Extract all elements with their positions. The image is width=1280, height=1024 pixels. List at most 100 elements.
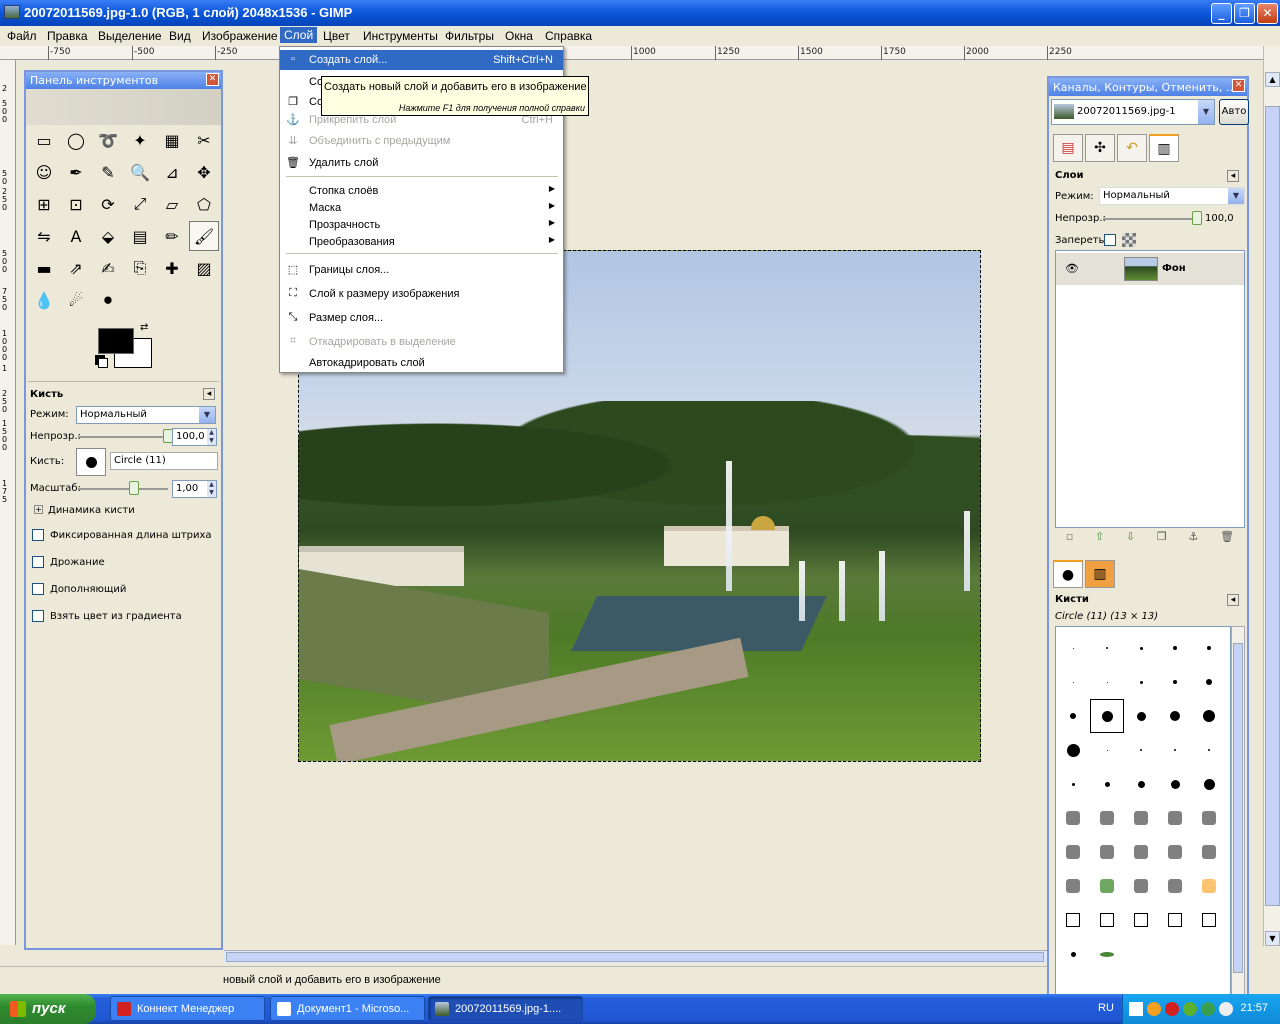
brush-item[interactable] — [1090, 631, 1124, 665]
brush-item[interactable] — [1090, 767, 1124, 801]
menu-layer[interactable]: Слой — [280, 27, 318, 43]
brush-item[interactable] — [1056, 903, 1090, 937]
brush-item[interactable] — [1158, 937, 1192, 971]
paintbrush-icon[interactable]: 🖌 — [189, 221, 219, 251]
menu-filters[interactable]: Фильтры — [445, 29, 494, 43]
brush-item[interactable] — [1124, 631, 1158, 665]
brush-item[interactable] — [1090, 801, 1124, 835]
scale-icon[interactable]: ⤢ — [125, 189, 155, 219]
brush-item[interactable] — [1158, 665, 1192, 699]
brush-item[interactable] — [1124, 801, 1158, 835]
dodge-burn-icon[interactable]: ⚫ — [93, 285, 123, 315]
maximize-button[interactable]: ❐ — [1234, 3, 1255, 24]
menu-select[interactable]: Выделение — [98, 29, 162, 43]
brush-item[interactable] — [1056, 801, 1090, 835]
menu-file[interactable]: Файл — [7, 29, 37, 43]
brush-item[interactable] — [1158, 903, 1192, 937]
zoom-icon[interactable]: 🔍 — [125, 157, 155, 187]
brush-item[interactable] — [1158, 767, 1192, 801]
brush-item[interactable] — [1090, 903, 1124, 937]
brush-item[interactable] — [1056, 631, 1090, 665]
paths-tab-icon[interactable]: ✣ — [1085, 134, 1115, 162]
task-connect-manager[interactable]: Коннект Менеджер — [110, 996, 265, 1021]
brush-item[interactable] — [1124, 903, 1158, 937]
menu-edit[interactable]: Правка — [47, 29, 88, 43]
eye-icon[interactable]: 👁 — [1065, 262, 1079, 275]
rect-select-icon[interactable]: ▭ — [29, 125, 59, 155]
canvas-vertical-scrollbar[interactable]: ▲ ▼ — [1263, 46, 1280, 946]
clone-icon[interactable]: ⎘ — [125, 253, 155, 283]
brush-item[interactable] — [1158, 699, 1192, 733]
tray-volume-icon[interactable] — [1219, 1002, 1233, 1016]
dynamics-expander[interactable]: Динамика кисти — [48, 505, 135, 516]
checkbox-incremental[interactable] — [32, 583, 44, 595]
opacity-spin[interactable]: 100,0 ▲ ▼ — [172, 428, 217, 446]
brush-item[interactable] — [1158, 801, 1192, 835]
text-icon[interactable]: A — [61, 221, 91, 251]
canvas-horizontal-scrollbar[interactable] — [224, 950, 1047, 963]
perspective-icon[interactable]: ⬠ — [189, 189, 219, 219]
shear-icon[interactable]: ▱ — [157, 189, 187, 219]
panel-menu-icon[interactable]: ◂ — [1227, 594, 1239, 606]
brush-preview-button[interactable] — [76, 448, 106, 476]
task-gimp[interactable]: 20072011569.jpg-1.... — [428, 996, 583, 1021]
menu-image[interactable]: Изображение — [202, 29, 278, 43]
move-icon[interactable]: ✥ — [189, 157, 219, 187]
submenu-item[interactable]: Преобразования ▶ — [280, 232, 563, 252]
scale-slider[interactable] — [78, 488, 168, 490]
tray-icq-icon[interactable] — [1201, 1002, 1215, 1016]
brush-item[interactable] — [1192, 733, 1226, 767]
tray-app-icon[interactable] — [1147, 1002, 1161, 1016]
menu-item[interactable]: ⌗ Откадрировать в выделение — [280, 332, 563, 352]
scale-spin[interactable]: 1,00 ▲ ▼ — [172, 480, 217, 498]
brush-item[interactable] — [1090, 699, 1124, 733]
layer-opacity-value[interactable]: 100,0 — [1205, 213, 1234, 224]
tray-arrow-icon[interactable] — [1129, 1002, 1143, 1016]
brush-scrollbar[interactable] — [1231, 626, 1245, 996]
menu-color[interactable]: Цвет — [323, 29, 350, 43]
brush-item[interactable] — [1090, 835, 1124, 869]
brush-item[interactable] — [1192, 869, 1226, 903]
brush-grid[interactable] — [1055, 626, 1231, 996]
paths-icon[interactable]: ✒ — [61, 157, 91, 187]
brush-item[interactable] — [1124, 835, 1158, 869]
brush-item[interactable] — [1056, 835, 1090, 869]
trash-icon[interactable]: 🗑 — [1220, 530, 1234, 550]
brush-item[interactable] — [1192, 665, 1226, 699]
brush-item[interactable] — [1192, 903, 1226, 937]
foreground-color-swatch[interactable] — [98, 328, 134, 354]
brush-item[interactable] — [1192, 631, 1226, 665]
reset-colors-icon[interactable] — [98, 358, 108, 368]
eraser-icon[interactable]: ▬ — [29, 253, 59, 283]
lower-layer-icon[interactable]: ⇩ — [1126, 530, 1135, 550]
start-button[interactable]: пуск — [0, 994, 96, 1024]
layer-list[interactable]: 👁 Фон — [1055, 250, 1245, 528]
image-select[interactable]: 20072011569.jpg-1 ▼ — [1051, 99, 1215, 125]
flip-icon[interactable]: ⇋ — [29, 221, 59, 251]
color-picker-icon[interactable]: ✎ — [93, 157, 123, 187]
brush-item[interactable] — [1124, 665, 1158, 699]
brush-item[interactable] — [1056, 767, 1090, 801]
brush-item[interactable] — [1090, 869, 1124, 903]
heal-icon[interactable]: ✚ — [157, 253, 187, 283]
raise-layer-icon[interactable]: ⇧ — [1095, 530, 1104, 550]
brush-item[interactable] — [1090, 665, 1124, 699]
align-icon[interactable]: ⊞ — [29, 189, 59, 219]
menu-item[interactable]: ⇊ Объединить с предыдущим — [280, 131, 563, 151]
close-icon[interactable]: ✕ — [206, 73, 219, 86]
close-button[interactable]: ✕ — [1257, 3, 1278, 24]
checkbox-jitter[interactable] — [32, 556, 44, 568]
horizontal-ruler[interactable]: -750 -500 -250 1000 1250 1500 1750 2000 … — [0, 46, 1270, 60]
layer-mode-select[interactable]: Нормальный ▼ — [1099, 187, 1245, 205]
brush-item[interactable] — [1124, 699, 1158, 733]
lasso-icon[interactable]: ➰ — [93, 125, 123, 155]
menu-tools[interactable]: Инструменты — [363, 29, 438, 43]
rotate-icon[interactable]: ⟳ — [93, 189, 123, 219]
task-word-document[interactable]: Документ1 - Microso... — [270, 996, 425, 1021]
fuzzy-select-icon[interactable]: ✦ — [125, 125, 155, 155]
brush-item[interactable] — [1056, 937, 1090, 971]
lock-pixels-checkbox[interactable] — [1104, 234, 1116, 246]
brush-item[interactable] — [1124, 767, 1158, 801]
scroll-up-arrow[interactable]: ▲ — [1265, 72, 1280, 87]
menu-item[interactable]: ▫ Создать слой... Shift+Ctrl+N — [280, 50, 563, 70]
